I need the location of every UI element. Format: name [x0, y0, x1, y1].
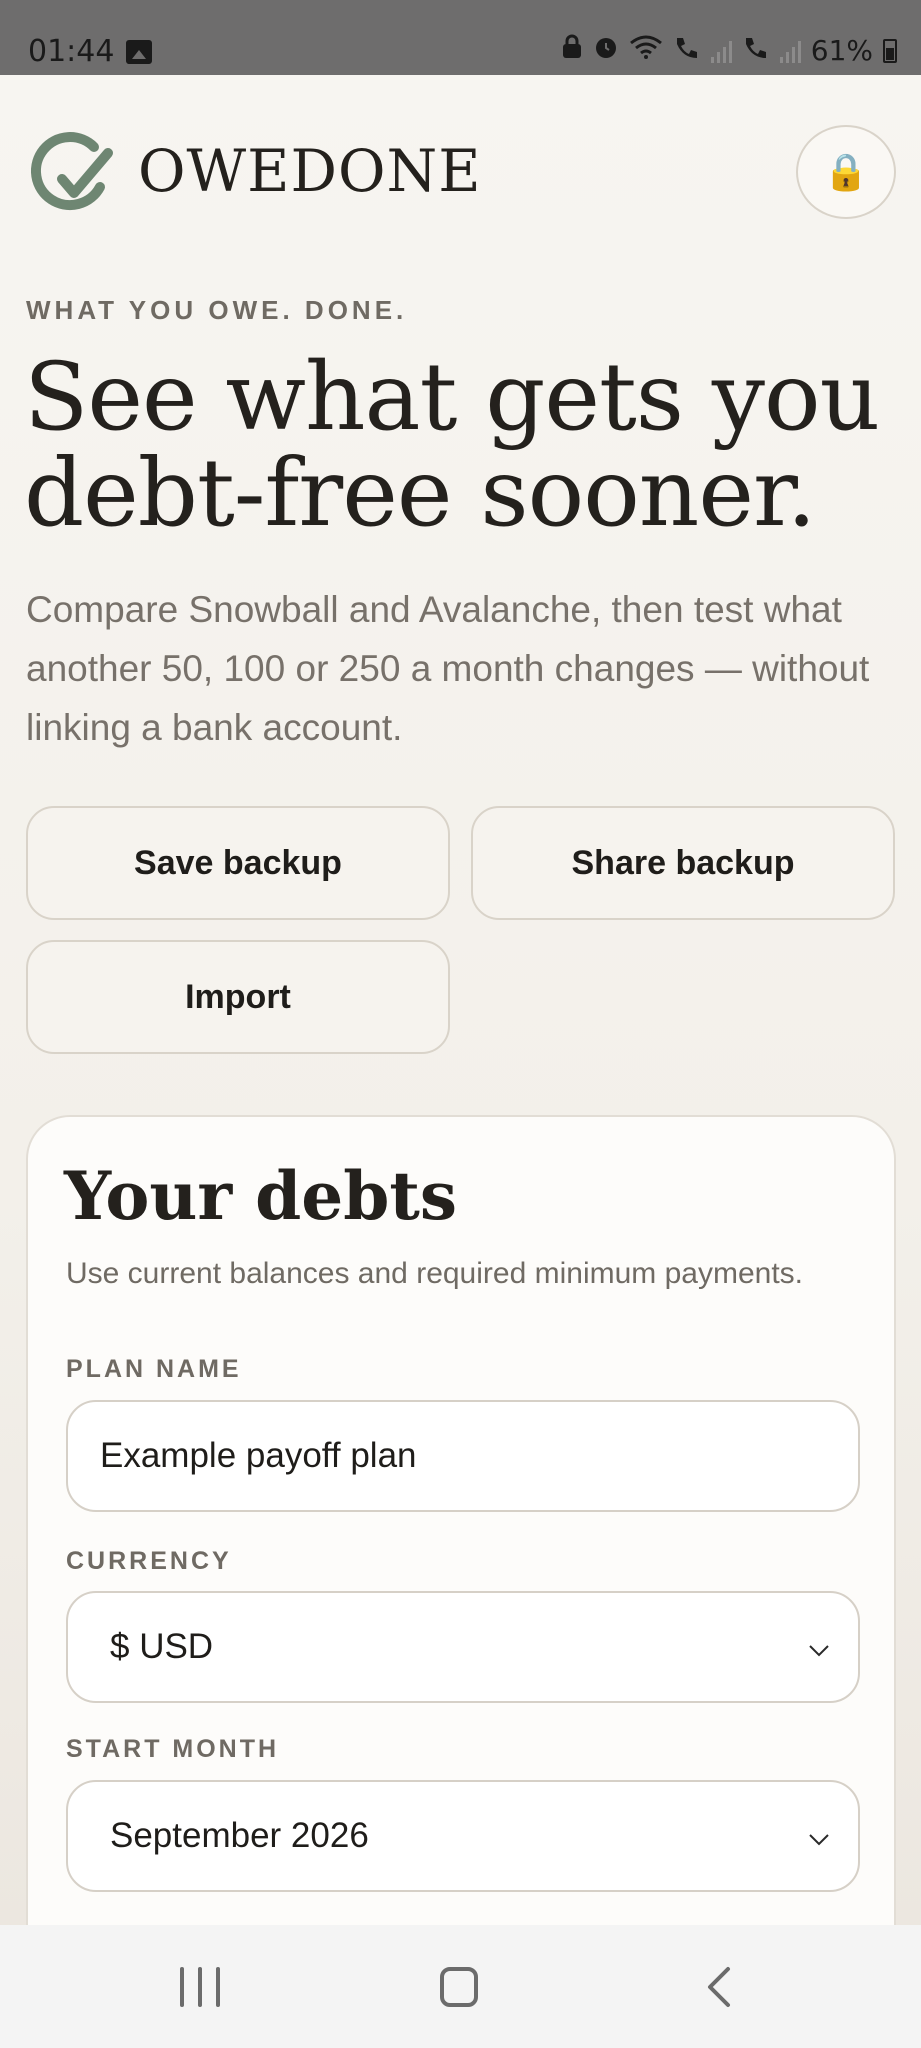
logo-icon	[30, 132, 113, 211]
brand-name: OWEDONE	[138, 137, 482, 205]
android-lock-icon	[561, 34, 583, 67]
lock-icon: 🔒	[823, 151, 869, 192]
tagline: WHAT YOU OWE. DONE.	[26, 295, 408, 325]
navigation-bar	[0, 1925, 921, 2048]
start-month-value: September 2026	[110, 1816, 369, 1855]
app-header: OWEDONE 🔒	[28, 125, 896, 235]
page: OWEDONE 🔒 WHAT YOU OWE. DONE. See what g…	[0, 75, 921, 1925]
status-bar: 01:44 61%	[0, 0, 921, 75]
card-help-text: Use current balances and required minimu…	[66, 1257, 804, 1290]
chevron-down-icon	[809, 1645, 829, 1657]
currency-value: $ USD	[110, 1627, 214, 1666]
currency-label: CURRENCY	[66, 1547, 232, 1575]
debts-card: Your debts Use current balances and requ…	[26, 1115, 896, 1925]
battery-icon	[883, 38, 897, 63]
start-month-select[interactable]: September 2026	[66, 1780, 860, 1892]
share-backup-button[interactable]: Share backup	[471, 806, 895, 920]
alarm-icon	[593, 34, 619, 67]
recent-apps-icon[interactable]	[180, 1967, 222, 2007]
status-time: 01:44	[28, 34, 115, 69]
plan-name-value: Example payoff plan	[100, 1436, 417, 1475]
plan-name-input[interactable]: Example payoff plan	[66, 1400, 860, 1512]
status-icons: 61%	[561, 34, 897, 67]
currency-select[interactable]: $ USD	[66, 1591, 860, 1703]
plan-name-label: PLAN NAME	[66, 1355, 242, 1383]
import-button[interactable]: Import	[26, 940, 450, 1054]
save-backup-button[interactable]: Save backup	[26, 806, 450, 920]
hero-subtitle: Compare Snowball and Avalanche, then tes…	[26, 589, 870, 748]
lock-button[interactable]: 🔒	[796, 125, 896, 219]
hero-title: See what gets you debt-free sooner.	[24, 343, 880, 548]
home-icon[interactable]	[440, 1967, 478, 2007]
card-title: Your debts	[64, 1157, 458, 1235]
back-icon[interactable]	[700, 1965, 740, 2009]
wifi-icon	[629, 34, 663, 67]
chevron-down-icon	[809, 1834, 829, 1846]
signal-icon	[779, 39, 801, 63]
call-sim1-icon	[673, 34, 701, 67]
signal-icon	[710, 39, 732, 63]
start-month-label: START MONTH	[66, 1735, 280, 1763]
gallery-icon	[126, 40, 152, 64]
battery-percent: 61%	[810, 34, 873, 67]
call-sim2-icon	[742, 34, 770, 67]
